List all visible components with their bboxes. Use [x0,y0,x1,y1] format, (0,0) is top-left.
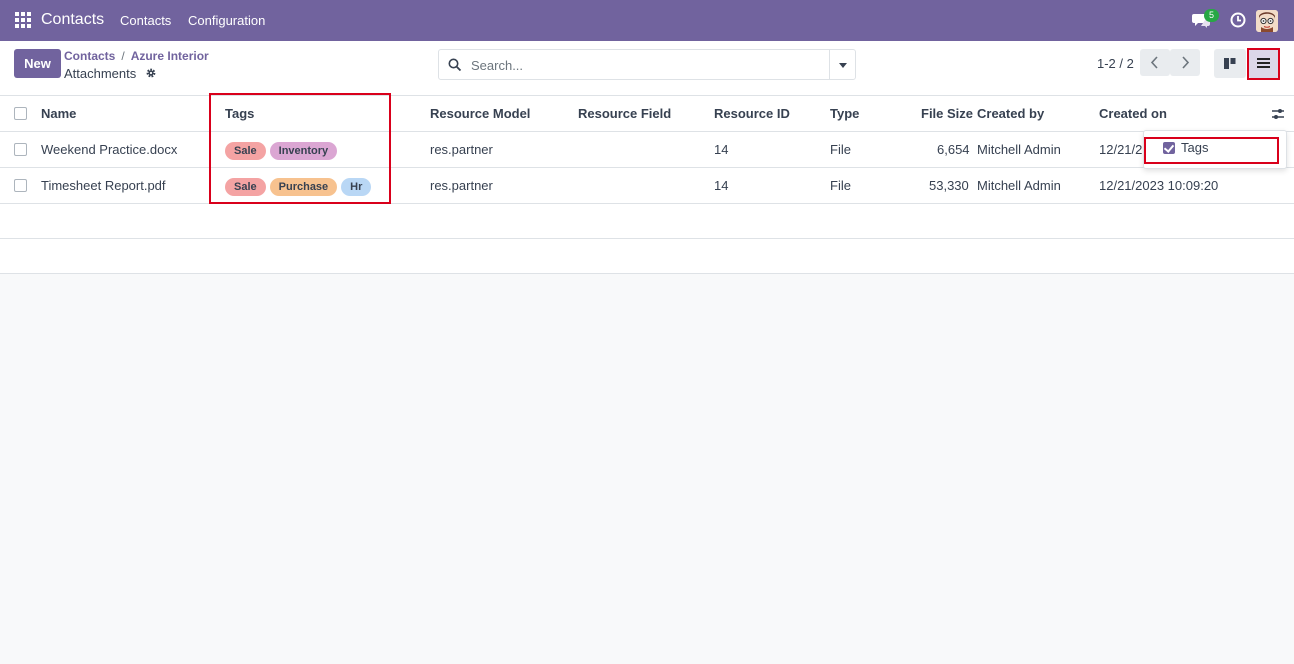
search-input[interactable] [471,56,826,74]
tags-option-highlight [1144,137,1279,164]
row-created-by: Mitchell Admin [977,178,1061,193]
column-file-size[interactable]: File Size [921,96,973,131]
row-file-size: 6,654 [937,142,970,157]
app-name[interactable]: Contacts [41,11,104,29]
new-button[interactable]: New [14,49,61,78]
chat-count-badge: 5 [1204,9,1219,22]
menu-configuration[interactable]: Configuration [188,13,265,28]
menu-contacts[interactable]: Contacts [120,13,171,28]
row-type: File [830,178,851,193]
empty-row [0,204,1294,239]
row-file-size: 53,330 [929,178,969,193]
gear-icon[interactable] [145,67,157,79]
empty-row [0,239,1294,274]
row-created-on: 12/21/2 [1099,142,1143,157]
pager-value[interactable]: 1-2 / 2 [1097,56,1134,71]
column-name[interactable]: Name [41,96,76,131]
search-bar [438,49,856,80]
row-type: File [830,142,851,157]
row-resource-model: res.partner [430,142,493,157]
pager-next-button[interactable] [1170,49,1200,76]
column-created-by[interactable]: Created by [977,96,1044,131]
table-row[interactable]: Timesheet Report.pdf Sale Purchase Hr res.… [0,168,1294,204]
activity-clock-icon[interactable] [1230,12,1246,28]
user-avatar[interactable] [1256,10,1278,32]
column-type[interactable]: Type [830,96,859,131]
search-options-toggle[interactable] [829,50,856,79]
chevron-right-icon [1182,56,1190,69]
row-checkbox[interactable] [14,143,27,156]
row-name: Weekend Practice.docx [41,142,178,157]
control-panel: New Contacts / Azure Interior Attachments … [0,41,1294,96]
row-name: Timesheet Report.pdf [41,178,166,193]
row-resource-id: 14 [714,142,729,157]
search-icon [448,58,462,72]
tags-column-highlight [209,93,391,204]
optional-columns-icon[interactable] [1271,107,1285,121]
column-resource-model[interactable]: Resource Model [430,96,530,131]
page-title: Attachments [64,66,137,81]
attachments-table: Name Tags Resource Model Resource Field … [0,96,1294,274]
top-navbar: Contacts Contacts Configuration 5 [0,0,1294,41]
apps-grid-icon[interactable] [15,12,31,28]
list-view-highlight [1247,48,1280,80]
pager-previous-button[interactable] [1140,49,1170,76]
kanban-icon [1224,58,1236,69]
kanban-view-button[interactable] [1214,49,1246,78]
column-resource-id[interactable]: Resource ID [714,96,790,131]
row-created-on: 12/21/2023 10:09:20 [1099,178,1219,193]
row-resource-id: 14 [714,178,729,193]
chevron-left-icon [1150,56,1158,69]
row-created-by: Mitchell Admin [977,142,1061,157]
breadcrumb-contacts[interactable]: Contacts [64,49,115,63]
column-created-on[interactable]: Created on [1099,96,1167,131]
breadcrumb-azure-interior[interactable]: Azure Interior [131,49,209,63]
row-resource-model: res.partner [430,178,493,193]
column-resource-field[interactable]: Resource Field [578,96,671,131]
table-header: Name Tags Resource Model Resource Field … [0,96,1294,132]
row-checkbox[interactable] [14,179,27,192]
breadcrumb: Contacts / Azure Interior [64,49,209,63]
select-all-checkbox[interactable] [14,107,27,120]
table-row[interactable]: Weekend Practice.docx Sale Inventory res.… [0,132,1294,168]
